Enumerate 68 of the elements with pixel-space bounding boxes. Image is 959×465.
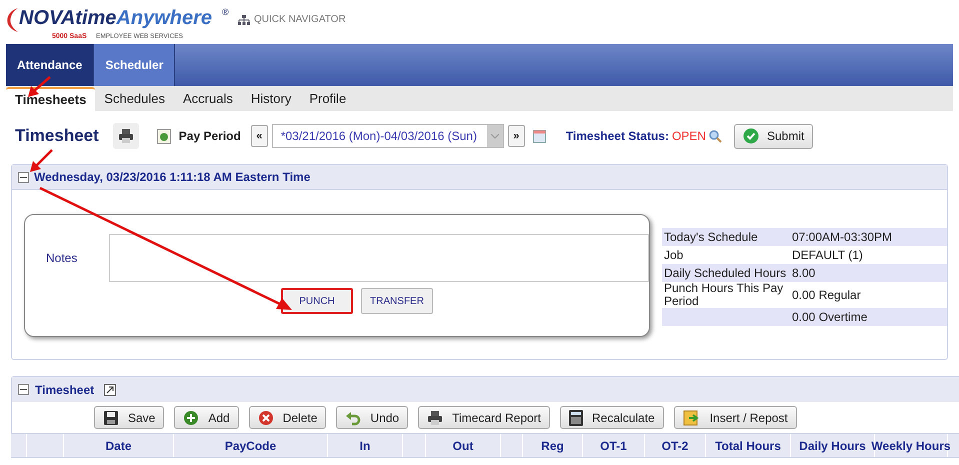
page-title: Timesheet <box>15 125 99 148</box>
action-button[interactable]: TRANSFER <box>361 288 433 314</box>
schedule-label: Today's Schedule <box>664 230 758 244</box>
logo-swoosh-icon <box>6 8 18 32</box>
collapse-toggle[interactable] <box>18 172 29 182</box>
annotation-arrow <box>30 149 53 172</box>
next-period-button[interactable]: » <box>508 125 525 147</box>
notes-field[interactable] <box>109 234 649 282</box>
column-header: Reg <box>541 438 564 454</box>
schedule-value: 07:00AM-03:30PM <box>792 229 892 246</box>
collapse-toggle[interactable] <box>18 384 29 395</box>
schedule-label: Job <box>664 248 684 262</box>
main-tab[interactable]: Scheduler <box>94 44 176 86</box>
column-header: In <box>360 438 370 454</box>
notes-label: Notes <box>45 250 78 267</box>
toolbar-button[interactable]: Save <box>94 406 164 429</box>
logo-text: NOVAtimeAnywhere <box>19 6 212 30</box>
schedule-value: DEFAULT (1) <box>792 247 863 264</box>
column-header: PayCode <box>224 438 276 454</box>
pay-period-dropdown[interactable]: *03/21/2016 (Mon)-04/03/2016 (Sun) <box>272 124 504 148</box>
status-label: Timesheet Status: <box>566 128 669 145</box>
sub-tab[interactable]: Accruals <box>174 87 242 111</box>
printer-icon <box>427 410 444 426</box>
registered-mark: ® <box>222 6 229 19</box>
column-header: Total Hours <box>715 438 781 454</box>
check-circle-icon <box>742 128 759 144</box>
toolbar-button[interactable]: Undo <box>336 406 408 429</box>
calendar-icon <box>532 130 546 142</box>
column-header: Date <box>105 438 132 454</box>
column-header: OT-2 <box>662 438 688 454</box>
sub-tab[interactable]: Profile <box>300 87 356 111</box>
print-button[interactable] <box>112 123 139 149</box>
schedule-label: Daily Scheduled Hours <box>664 266 786 280</box>
undo-arrow-icon <box>345 410 362 426</box>
toolbar-button[interactable]: Delete <box>248 406 326 429</box>
toolbar-button[interactable]: Insert / Repost <box>674 406 797 429</box>
schedule-label: Punch Hours This Pay Period <box>664 281 784 308</box>
plus-icon <box>183 410 200 426</box>
schedule-value: 0.00 Overtime <box>792 309 868 326</box>
column-header: OT-1 <box>600 438 627 454</box>
column-header: Weekly Hours <box>871 438 951 454</box>
pay-period-label: Pay Period <box>178 128 241 145</box>
column-header: Out <box>452 438 474 454</box>
column-header: Daily Hours <box>799 438 866 454</box>
highlighted-button[interactable]: PUNCH <box>281 288 353 314</box>
sub-tab[interactable]: Schedules <box>95 87 174 111</box>
quick-navigator-link[interactable]: QUICK NAVIGATOR <box>254 12 346 27</box>
section-title: Timesheet <box>35 382 94 398</box>
printer-icon <box>118 128 134 144</box>
main-tab[interactable]: Attendance <box>6 44 94 86</box>
chevron-down-icon <box>490 134 499 138</box>
submit-button[interactable]: Submit <box>734 124 814 148</box>
search-icon <box>708 130 722 142</box>
sub-tab[interactable]: Timesheets <box>6 87 96 111</box>
calculator-icon <box>569 410 584 426</box>
sub-tab[interactable]: History <box>242 87 300 111</box>
schedule-value: 8.00 <box>792 265 816 282</box>
toolbar-button[interactable]: Add <box>174 406 239 429</box>
schedule-value: 0.00 Regular <box>792 287 861 304</box>
pop-out-icon[interactable] <box>104 384 116 396</box>
sitemap-icon <box>238 14 250 24</box>
toolbar-button[interactable]: Timecard Report <box>418 406 550 429</box>
delete-icon <box>258 410 274 426</box>
previous-period-button[interactable]: « <box>250 125 268 147</box>
toolbar-button[interactable]: Recalculate <box>560 406 664 429</box>
insert-document-icon <box>682 410 701 426</box>
section-title: Wednesday, 03/23/2016 1:11:18 AM Eastern Time <box>34 169 310 186</box>
status-value: OPEN <box>672 128 706 145</box>
